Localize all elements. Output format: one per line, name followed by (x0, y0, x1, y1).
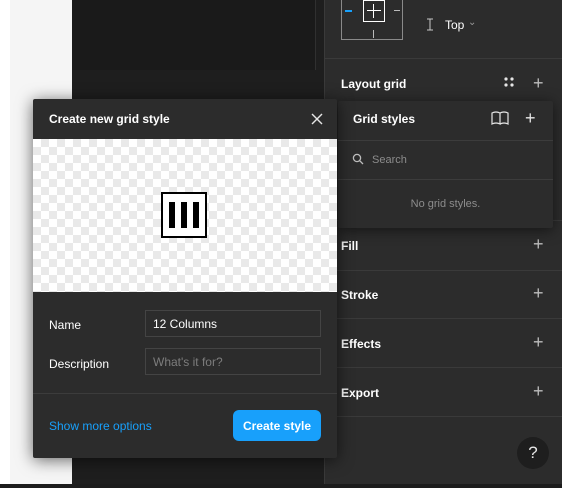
search-icon (352, 153, 364, 165)
empty-state-text: No grid styles. (410, 198, 481, 210)
stroke-label: Stroke (341, 288, 379, 302)
grid-styles-icon[interactable] (504, 77, 514, 87)
library-book-icon[interactable] (491, 111, 509, 125)
effects-label: Effects (341, 337, 382, 351)
grid-styles-search-input[interactable]: Search (372, 154, 407, 166)
constraint-right[interactable] (394, 10, 400, 11)
show-more-options-link[interactable]: Show more options (49, 419, 152, 433)
add-stroke-button[interactable]: + (533, 284, 544, 302)
add-export-button[interactable]: + (533, 382, 544, 400)
close-icon[interactable] (309, 111, 325, 127)
add-effect-button[interactable]: + (533, 333, 544, 351)
constraints-center-v (373, 4, 374, 18)
canvas-frame[interactable] (72, 0, 316, 70)
canvas-white-edge (0, 0, 10, 488)
constraint-left-selected[interactable] (345, 10, 352, 12)
vertical-constraint-icon (427, 18, 433, 31)
create-style-button[interactable]: Create style (233, 410, 321, 441)
divider (33, 393, 337, 394)
help-button[interactable]: ? (517, 437, 549, 469)
add-layout-grid-button[interactable]: + (533, 74, 544, 92)
add-fill-button[interactable]: + (533, 235, 544, 253)
constraints-inner-box[interactable] (363, 0, 385, 22)
grid-styles-title: Grid styles (353, 112, 416, 126)
export-label: Export (341, 386, 380, 400)
divider (338, 140, 553, 141)
chevron-down-icon[interactable]: ⌄ (468, 17, 476, 28)
bottom-edge (0, 484, 562, 488)
divider (338, 179, 553, 180)
vertical-constraint-select[interactable]: Top (445, 18, 464, 32)
dialog-title: Create new grid style (49, 112, 170, 126)
description-label: Description (49, 357, 110, 371)
fill-label: Fill (341, 239, 359, 253)
layout-grid-label: Layout grid (341, 77, 407, 91)
column-grid-icon (161, 192, 207, 238)
style-name-input[interactable] (145, 310, 321, 337)
panel-divider (325, 416, 562, 417)
add-grid-style-button[interactable]: + (525, 109, 536, 127)
constraint-bottom[interactable] (373, 30, 374, 38)
constraints-center-h (367, 10, 381, 11)
style-description-input[interactable] (145, 348, 321, 375)
name-label: Name (49, 318, 82, 332)
